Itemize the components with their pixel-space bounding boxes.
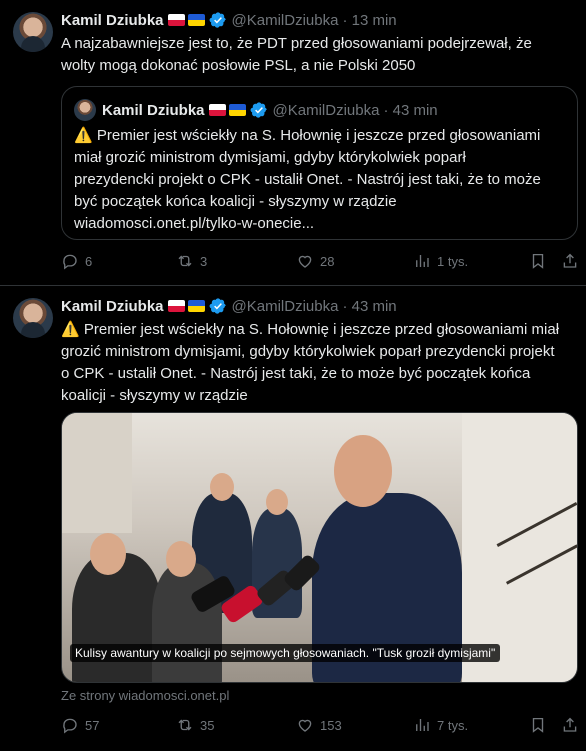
reply-button[interactable]: 6 [61, 252, 92, 270]
verified-icon [250, 102, 267, 118]
views-icon [416, 719, 429, 731]
quote-text: ⚠️ Premier jest wściekły na S. Hołownię … [74, 125, 569, 235]
author-name[interactable]: Kamil Dziubka [61, 298, 164, 315]
verified-icon [209, 12, 226, 28]
bookmark-icon [532, 717, 544, 733]
avatar[interactable] [13, 12, 53, 52]
author-name[interactable]: Kamil Dziubka [61, 12, 164, 29]
like-icon [298, 255, 312, 268]
repost-button[interactable]: 3 [176, 252, 207, 270]
repost-button[interactable]: 35 [176, 716, 214, 734]
avatar[interactable] [13, 298, 53, 338]
tweet-actions: 57 35 153 7 tys. [61, 716, 581, 740]
tweet-2[interactable]: Kamil Dziubka @KamilDziubka · 43 min ⚠️ … [0, 286, 586, 751]
flag-ua-icon [187, 300, 205, 312]
like-count: 28 [320, 253, 335, 269]
quote-avatar [74, 99, 96, 121]
bookmark-button[interactable] [529, 252, 547, 270]
reply-count: 57 [85, 717, 100, 733]
article-card-image[interactable]: Kulisy awantury w koalicji po sejmowych … [61, 412, 578, 683]
timestamp[interactable]: · 13 min [342, 12, 396, 29]
quote-header: Kamil Dziubka @KamilDziubka · 43 min [102, 100, 438, 120]
tweet-header: Kamil Dziubka @KamilDziubka · 43 min [61, 296, 397, 316]
quote-body: Premier jest wściekły na S. Hołownię i j… [74, 127, 541, 232]
tweet-header: Kamil Dziubka @KamilDziubka · 13 min [61, 10, 397, 30]
journalist [72, 553, 162, 682]
flag-ua-icon [228, 104, 246, 116]
reply-icon [63, 718, 77, 734]
repost-icon [178, 719, 192, 731]
tweet-text: A najzabawniejsze jest to, że PDT przed … [61, 35, 532, 74]
like-button[interactable]: 28 [296, 252, 334, 270]
views-button[interactable]: 7 tys. [413, 716, 468, 734]
share-button[interactable] [561, 252, 579, 270]
tweet-actions: 6 3 28 1 tys. [61, 252, 581, 276]
bookmark-button[interactable] [529, 716, 547, 734]
flag-ua-icon [187, 14, 205, 26]
warning-icon: ⚠️ [74, 127, 93, 144]
verified-icon [209, 298, 226, 314]
share-icon [563, 253, 577, 268]
like-icon [298, 719, 312, 732]
tweet-1[interactable]: Kamil Dziubka @KamilDziubka · 13 min A n… [0, 0, 586, 286]
repost-count: 35 [200, 717, 215, 733]
warning-icon: ⚠️ [61, 321, 80, 338]
repost-count: 3 [200, 253, 208, 269]
bookmark-icon [532, 253, 544, 269]
link-source[interactable]: Ze strony wiadomosci.onet.pl [61, 688, 229, 703]
timestamp[interactable]: · 43 min [342, 298, 396, 315]
reply-count: 6 [85, 253, 93, 269]
author-handle[interactable]: @KamilDziubka [232, 298, 339, 315]
flag-pl-icon [208, 104, 226, 116]
quote-timestamp: · 43 min [383, 101, 438, 119]
media-caption: Kulisy awantury w koalicji po sejmowych … [70, 644, 501, 662]
reply-button[interactable]: 57 [61, 716, 99, 734]
views-icon [416, 255, 429, 267]
tweet-text: ⚠️ Premier jest wściekły na S. Hołownię … [61, 319, 581, 407]
views-count: 7 tys. [437, 717, 469, 733]
reply-icon [63, 254, 77, 270]
tweet-body: Premier jest wściekły na S. Hołownię i j… [61, 321, 560, 404]
quoted-tweet[interactable]: Kamil Dziubka @KamilDziubka · 43 min ⚠️ … [61, 86, 578, 240]
like-button[interactable]: 153 [296, 716, 342, 734]
repost-icon [178, 255, 192, 267]
like-count: 153 [320, 717, 342, 733]
author-handle[interactable]: @KamilDziubka [232, 12, 339, 29]
share-icon [563, 717, 577, 732]
views-button[interactable]: 1 tys. [413, 252, 468, 270]
flag-pl-icon [167, 14, 185, 26]
share-button[interactable] [561, 716, 579, 734]
quote-author-handle: @KamilDziubka [272, 101, 380, 119]
views-count: 1 tys. [437, 253, 469, 269]
flag-pl-icon [167, 300, 185, 312]
quote-author-name: Kamil Dziubka [102, 101, 205, 119]
